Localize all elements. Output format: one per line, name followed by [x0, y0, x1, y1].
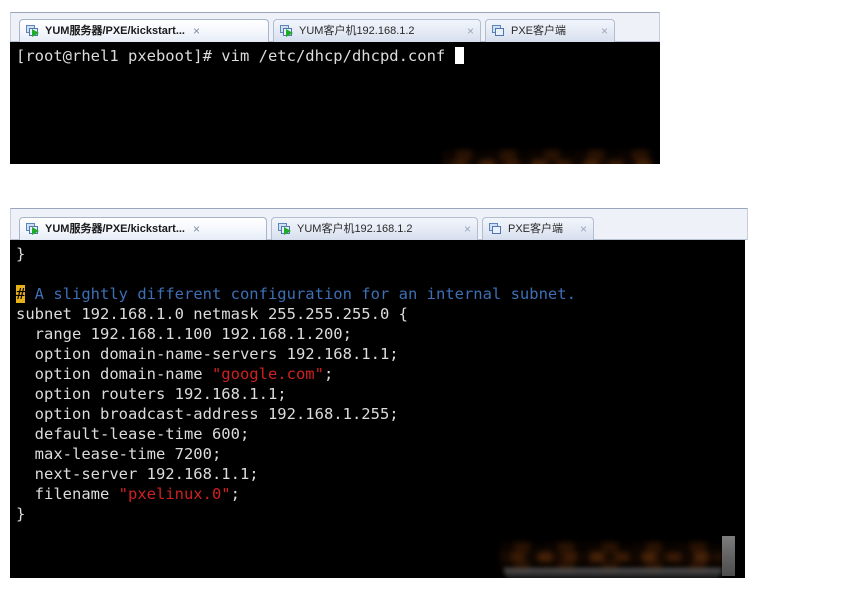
terminal-line: [root@rhel1 pxeboot]# vim /etc/dhcp/dhcp… — [16, 46, 660, 66]
terminal-session-icon — [492, 24, 506, 38]
terminal-text-segment: option broadcast-address 192.168.1.255; — [16, 405, 399, 423]
terminal-line: next-server 192.168.1.1; — [16, 464, 745, 484]
tab-pxe-client[interactable]: PXE客户端 × — [485, 19, 615, 42]
scrollbar-artifact[interactable] — [722, 536, 735, 576]
tab-close-icon[interactable]: × — [464, 25, 475, 37]
terminal-session-running-icon — [26, 24, 40, 38]
terminal-text-segment: A slightly different configuration for a… — [25, 285, 576, 303]
tab-close-icon[interactable]: × — [190, 223, 201, 235]
terminal-session-icon — [489, 222, 503, 236]
tab-label: PXE客户端 — [511, 25, 567, 37]
tab-label: PXE客户端 — [508, 223, 564, 235]
terminal-text-segment: } — [16, 505, 26, 523]
terminal-line: subnet 192.168.1.0 netmask 255.255.255.0… — [16, 304, 745, 324]
terminal-text-segment: [root@rhel1 pxeboot]# vim /etc/dhcp/dhcp… — [16, 47, 455, 65]
tab-label: YUM客户机192.168.1.2 — [299, 25, 415, 37]
tab-label: YUM服务器/PXE/kickstart... — [45, 25, 185, 37]
terminal-line: max-lease-time 7200; — [16, 444, 745, 464]
tab-yum-client-192-168-1-2[interactable]: YUM客户机192.168.1.2 × — [273, 19, 481, 42]
tab-yum-client-192-168-1-2[interactable]: YUM客户机192.168.1.2 × — [271, 217, 478, 240]
top-terminal-window: YUM服务器/PXE/kickstart... × YUM客户机192.168.… — [10, 12, 660, 164]
terminal-text-segment: "google.com" — [211, 365, 324, 383]
top-terminal-text: [root@rhel1 pxeboot]# vim /etc/dhcp/dhcp… — [10, 42, 660, 66]
tab-close-icon[interactable]: × — [598, 25, 609, 37]
terminal-session-running-icon — [278, 222, 292, 236]
top-tab-bar: YUM服务器/PXE/kickstart... × YUM客户机192.168.… — [10, 12, 660, 42]
terminal-text-segment: filename — [16, 485, 119, 503]
tab-yum-server-pxe-kickstart[interactable]: YUM服务器/PXE/kickstart... × — [19, 217, 267, 240]
bottom-tab-bar: YUM服务器/PXE/kickstart... × YUM客户机192.168.… — [10, 208, 748, 240]
terminal-line: option broadcast-address 192.168.1.255; — [16, 404, 745, 424]
top-terminal-screen[interactable]: [root@rhel1 pxeboot]# vim /etc/dhcp/dhcp… — [10, 42, 660, 164]
redacted-region — [442, 150, 654, 164]
bottom-terminal-text: } # A slightly different configuration f… — [10, 240, 745, 524]
terminal-session-running-icon — [280, 24, 294, 38]
terminal-session-running-icon — [26, 222, 40, 236]
terminal-line: default-lease-time 600; — [16, 424, 745, 444]
tab-close-icon[interactable]: × — [190, 25, 201, 37]
terminal-line: range 192.168.1.100 192.168.1.200; — [16, 324, 745, 344]
terminal-text-segment: "pxelinux.0" — [118, 485, 231, 503]
tab-label: YUM服务器/PXE/kickstart... — [45, 223, 185, 235]
terminal-text-segment: range 192.168.1.100 192.168.1.200; — [16, 325, 352, 343]
terminal-text-segment: next-server 192.168.1.1; — [16, 465, 259, 483]
terminal-text-segment: default-lease-time 600; — [16, 425, 250, 443]
terminal-text-segment: # — [16, 285, 26, 303]
bottom-terminal-window: YUM服务器/PXE/kickstart... × YUM客户机192.168.… — [10, 208, 748, 578]
terminal-text-segment: ; — [230, 485, 240, 503]
terminal-text-segment: max-lease-time 7200; — [16, 445, 222, 463]
terminal-text-segment: subnet 192.168.1.0 netmask 255.255.255.0… — [16, 305, 408, 323]
terminal-line: option routers 192.168.1.1; — [16, 384, 745, 404]
terminal-line: option domain-name-servers 192.168.1.1; — [16, 344, 745, 364]
terminal-line: } — [16, 244, 745, 264]
tab-yum-server-pxe-kickstart[interactable]: YUM服务器/PXE/kickstart... × — [19, 19, 269, 42]
window-shadow-artifact — [504, 568, 722, 578]
terminal-text-segment: } — [16, 245, 26, 263]
tab-close-icon[interactable]: × — [461, 223, 472, 235]
terminal-line: filename "pxelinux.0"; — [16, 484, 745, 504]
bottom-terminal-screen[interactable]: } # A slightly different configuration f… — [10, 240, 745, 578]
terminal-line: # A slightly different configuration for… — [16, 284, 745, 304]
terminal-text-segment: option routers 192.168.1.1; — [16, 385, 287, 403]
terminal-text-segment: option domain-name-servers 192.168.1.1; — [16, 345, 399, 363]
tab-label: YUM客户机192.168.1.2 — [297, 223, 413, 235]
terminal-text-segment: ; — [323, 365, 334, 383]
tab-close-icon[interactable]: × — [577, 223, 588, 235]
terminal-text-segment: option domain-name — [16, 365, 212, 383]
tab-pxe-client[interactable]: PXE客户端 × — [482, 217, 594, 240]
terminal-line: option domain-name "google.com"; — [16, 364, 745, 384]
terminal-line: } — [16, 504, 745, 524]
terminal-cursor — [454, 47, 464, 64]
